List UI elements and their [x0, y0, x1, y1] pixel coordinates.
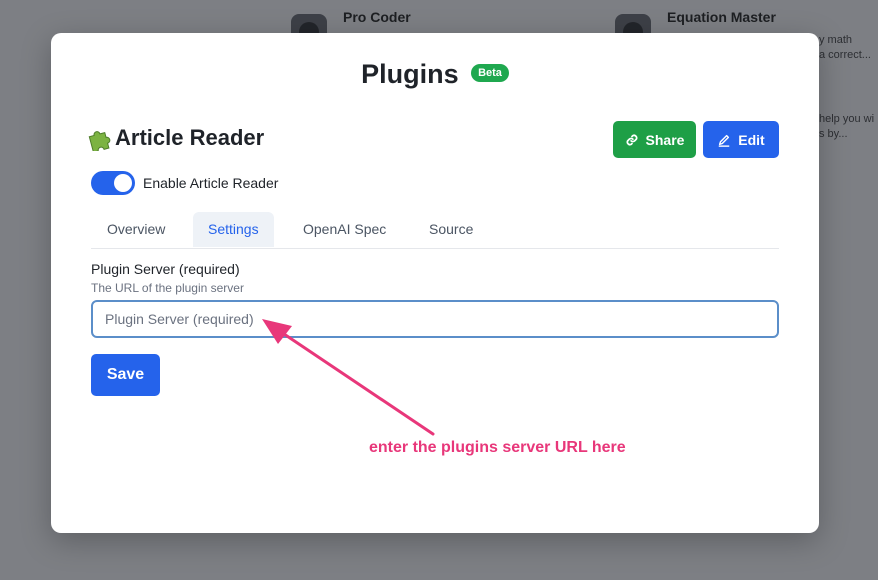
plugins-modal: Plugins Beta Article Reader Share Edit E…: [51, 33, 819, 533]
plugin-name: Article Reader: [115, 125, 265, 150]
save-button[interactable]: Save: [91, 354, 160, 396]
tab-bar: Overview Settings OpenAI Spec Source: [91, 212, 779, 249]
edit-label: Edit: [738, 131, 765, 148]
beta-badge: Beta: [471, 63, 509, 82]
modal-header: Plugins Beta: [51, 59, 819, 90]
link-icon: [626, 134, 638, 145]
share-label: Share: [645, 131, 685, 148]
pencil-icon: [719, 134, 730, 147]
plugin-header: Article Reader Share Edit: [87, 121, 779, 158]
toggle-label: Enable Article Reader: [143, 175, 279, 191]
plugin-server-input[interactable]: [91, 300, 779, 338]
plugin-server-help: The URL of the plugin server: [91, 281, 244, 295]
annotation-text: enter the plugins server URL here: [369, 439, 626, 456]
edit-button[interactable]: Edit: [703, 121, 779, 158]
tab-overview[interactable]: Overview: [92, 212, 180, 247]
tab-settings[interactable]: Settings: [193, 212, 274, 247]
share-button[interactable]: Share: [613, 121, 696, 158]
plugin-server-label: Plugin Server (required): [91, 261, 240, 277]
toggle-knob: [114, 174, 132, 192]
puzzle-piece-icon: [88, 131, 111, 151]
tab-source[interactable]: Source: [414, 212, 488, 247]
modal-title: Plugins: [361, 59, 459, 89]
tab-openai-spec[interactable]: OpenAI Spec: [288, 212, 401, 247]
enable-plugin-toggle[interactable]: [91, 171, 135, 195]
